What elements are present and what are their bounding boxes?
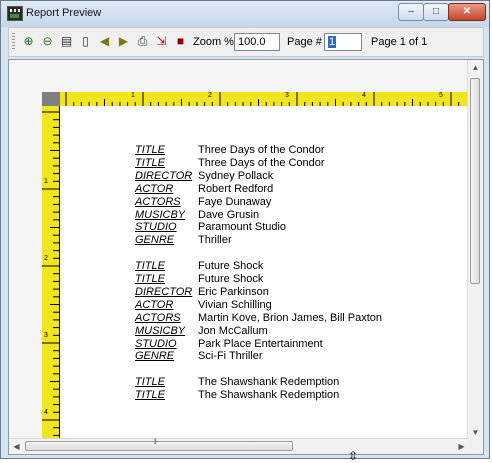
- field-key: TITLE: [135, 156, 165, 169]
- field-key: GENRE: [135, 350, 175, 363]
- field-key: GENRE: [135, 234, 175, 247]
- field-key: ACTOR: [135, 182, 174, 195]
- preview-canvas: 1 2 3 4 5 1 2 3 4 TITLE Three Days of the…: [9, 60, 470, 446]
- field-value: Faye Dunaway: [198, 195, 272, 208]
- field-value: Three Days of the Condor: [198, 144, 325, 156]
- scroll-corner: [468, 439, 483, 454]
- maximize-button[interactable]: □: [423, 3, 449, 21]
- field-value: Sci-Fi Thriller: [198, 350, 263, 363]
- scroll-down-icon[interactable]: ▼: [468, 425, 483, 440]
- vertical-scroll-thumb[interactable]: [470, 78, 480, 284]
- zoom-out-icon: ⊖: [42, 34, 53, 48]
- field-key: TITLE: [135, 389, 165, 402]
- window-title: Report Preview: [26, 7, 102, 19]
- print-icon: ⎙: [137, 34, 148, 48]
- scroll-right-icon[interactable]: ▶: [454, 439, 469, 454]
- page-number-input[interactable]: 1: [324, 33, 362, 51]
- zoom-input[interactable]: 100.0: [234, 33, 280, 51]
- export-button[interactable]: ⇲: [152, 32, 171, 52]
- ruler-number: 1: [131, 92, 135, 99]
- field-value: Future Shock: [198, 260, 264, 273]
- zoom-out-button[interactable]: ⊖: [38, 32, 57, 52]
- next-page-button[interactable]: ▶: [114, 32, 133, 52]
- horizontal-scroll-thumb[interactable]: [25, 439, 293, 451]
- page-info: Page 1 of 1: [371, 36, 428, 48]
- field-key: DIRECTOR: [135, 285, 193, 298]
- field-key: STUDIO: [135, 337, 177, 350]
- field-value: Vivian Schilling: [198, 298, 272, 311]
- field-value: The Shawshank Redemption: [198, 389, 340, 402]
- field-key: STUDIO: [135, 221, 177, 234]
- page-number-label: Page #: [287, 36, 322, 48]
- field-value: Dave Grusin: [198, 208, 260, 221]
- ruler-number: 4: [362, 92, 366, 99]
- ruler-number: 1: [44, 178, 48, 185]
- field-value: Three Days of the Condor: [198, 156, 325, 169]
- export-icon: ⇲: [156, 34, 167, 48]
- toolbar-grip[interactable]: [12, 33, 15, 51]
- field-value: Jon McCallum: [198, 324, 268, 337]
- field-value: Eric Parkinson: [198, 285, 269, 298]
- close-button[interactable]: ✕: [448, 3, 486, 21]
- previous-page-button[interactable]: ◀: [95, 32, 114, 52]
- field-key: MUSICBY: [135, 208, 186, 221]
- title-bar[interactable]: Report Preview – □ ✕: [1, 1, 489, 27]
- field-key: MUSICBY: [135, 324, 186, 337]
- field-value: Paramount Studio: [198, 221, 287, 234]
- page-width-icon: ▤: [60, 34, 73, 48]
- exit-button[interactable]: ■: [171, 32, 190, 52]
- ruler-number: 4: [44, 409, 48, 416]
- field-value: Park Place Entertainment: [198, 337, 323, 350]
- whole-page-button[interactable]: ▯: [76, 32, 95, 52]
- print-button[interactable]: ⎙: [133, 32, 152, 52]
- field-key: ACTOR: [135, 298, 174, 311]
- field-key: TITLE: [135, 376, 165, 389]
- zoom-in-button[interactable]: ⊕: [19, 32, 38, 52]
- report-page: TITLE Three Days of the Condor TITLE Three …: [60, 106, 470, 446]
- zoom-in-icon: ⊕: [23, 34, 34, 48]
- field-key: ACTORS: [135, 195, 181, 208]
- ruler-number: 2: [208, 92, 212, 99]
- field-key: ACTORS: [135, 311, 181, 324]
- field-key: DIRECTOR: [135, 169, 193, 182]
- zoom-label: Zoom %: [193, 36, 234, 48]
- field-value: Thriller: [198, 234, 232, 247]
- field-value: Robert Redford: [198, 182, 274, 195]
- minimize-button[interactable]: –: [398, 3, 424, 21]
- preview-pane[interactable]: 1 2 3 4 5 1 2 3 4 TITLE Three Days of the…: [8, 59, 484, 455]
- scroll-up-icon[interactable]: ▲: [468, 60, 483, 75]
- vertical-scrollbar[interactable]: ▲ ▼: [467, 60, 483, 440]
- field-value: Martin Kove, Brion James, Bill Paxton: [198, 311, 383, 324]
- clapperboard-icon: [7, 6, 23, 21]
- ruler-number: 5: [439, 92, 443, 99]
- field-value: The Shawshank Redemption: [198, 376, 340, 389]
- next-page-icon: ▶: [118, 34, 129, 48]
- ruler-number: 2: [44, 255, 48, 262]
- field-value: Sydney Pollack: [198, 169, 274, 182]
- page-number-value: 1: [328, 36, 337, 48]
- page-width-button[interactable]: ▤: [57, 32, 76, 52]
- ruler-number: 3: [44, 332, 48, 339]
- scroll-left-icon[interactable]: ◀: [9, 439, 24, 454]
- horizontal-scrollbar[interactable]: ◀ ▶: [9, 438, 469, 454]
- exit-icon: ■: [176, 34, 185, 48]
- field-key: TITLE: [135, 273, 165, 285]
- toolbar: ⊕ ⊖ ▤ ▯ ◀ ▶ ⎙ ⇲ ■ Zoom % 100.0 Page # 1 Page 1 o…: [8, 27, 484, 57]
- previous-page-icon: ◀: [99, 34, 110, 48]
- field-key: TITLE: [135, 260, 165, 273]
- report-preview-window: Report Preview – □ ✕ ⊕ ⊖ ▤ ▯ ◀ ▶ ⎙ ⇲ ■ Zoom % 10…: [0, 0, 490, 463]
- ruler-number: 3: [285, 92, 289, 99]
- ruler-corner: [42, 92, 60, 107]
- whole-page-icon: ▯: [82, 34, 89, 48]
- vertical-ruler: 1 2 3 4: [42, 106, 60, 440]
- field-value: Future Shock: [198, 273, 264, 285]
- field-key: TITLE: [135, 144, 165, 156]
